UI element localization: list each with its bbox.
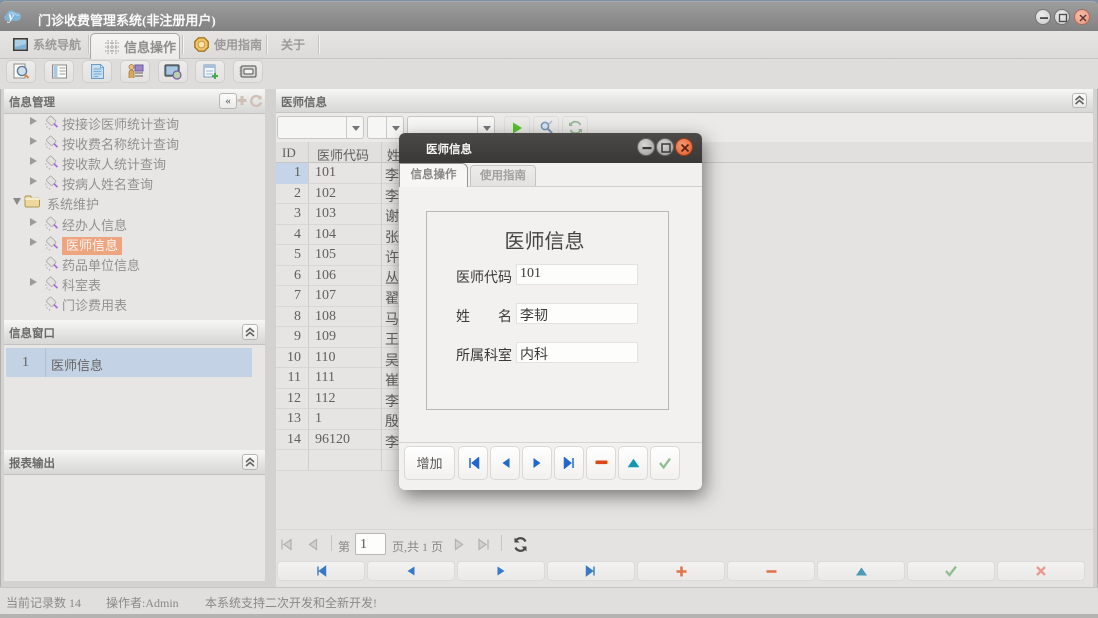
svg-text:y: y	[6, 9, 14, 23]
